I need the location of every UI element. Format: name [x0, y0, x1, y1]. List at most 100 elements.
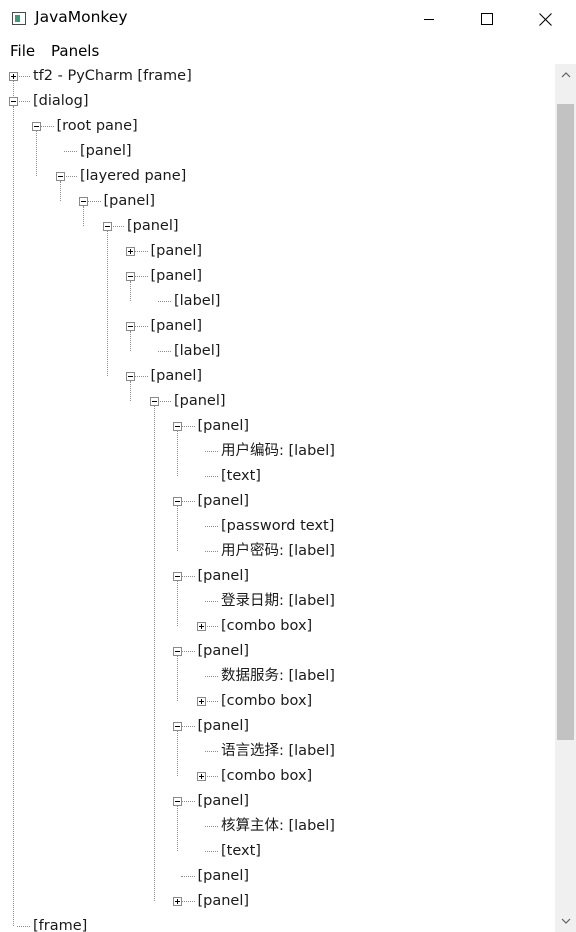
tree-node-label: tf2 - PyCharm [frame]	[33, 68, 192, 84]
tree-node[interactable]: [panel]	[150, 364, 203, 388]
tree-node[interactable]: [layered pane]	[79, 164, 186, 188]
tree-connector-tick	[134, 326, 148, 327]
tree-node[interactable]: [combo box]	[220, 764, 312, 788]
expand-icon[interactable]	[196, 772, 206, 781]
tree-node[interactable]: 核算主体: [label]	[220, 814, 335, 838]
tree-node[interactable]: [panel]	[173, 389, 226, 413]
tree-node-label: [panel]	[174, 393, 226, 409]
tree-node-label: [panel]	[103, 193, 156, 209]
tree-node-label: [text]	[221, 843, 261, 859]
tree-connector-tick	[157, 351, 171, 352]
tree-connector-tick	[134, 251, 148, 252]
tree-node-label: [panel]	[197, 493, 250, 509]
tree-node[interactable]: [panel]	[126, 214, 179, 238]
tree-node[interactable]: [panel]	[197, 714, 250, 738]
tree-node[interactable]: [text]	[220, 464, 261, 488]
collapse-icon[interactable]	[8, 97, 18, 106]
tree-node[interactable]: [panel]	[79, 139, 132, 163]
tree-connector-tick	[16, 926, 30, 927]
collapse-icon[interactable]	[126, 322, 135, 331]
tree-node[interactable]: [combo box]	[220, 689, 312, 713]
scroll-thumb[interactable]	[557, 104, 574, 740]
collapse-icon[interactable]	[149, 397, 159, 406]
vertical-scrollbar[interactable]	[555, 64, 576, 932]
expand-icon[interactable]	[196, 622, 206, 631]
tree-connector-tick	[204, 701, 218, 702]
tree-connector-line	[106, 231, 108, 376]
tree-node[interactable]: 语言选择: [label]	[220, 739, 335, 763]
collapse-icon[interactable]	[32, 122, 41, 131]
tree-node[interactable]: [panel]	[197, 889, 250, 913]
collapse-icon[interactable]	[55, 172, 65, 181]
tree-connector-tick	[204, 751, 218, 752]
tree-node-label: [panel]	[197, 643, 250, 659]
tree-node[interactable]: [panel]	[150, 314, 203, 338]
maximize-button[interactable]	[458, 0, 516, 38]
collapse-icon[interactable]	[173, 647, 182, 656]
tree-connector-line	[177, 806, 178, 851]
tree-node[interactable]: 用户编码: [label]	[220, 439, 335, 463]
collapse-icon[interactable]	[173, 497, 182, 506]
collapse-icon[interactable]	[173, 572, 182, 581]
tree-node-label: 用户编码: [label]	[221, 443, 335, 459]
tree-connector-tick	[204, 601, 218, 602]
tree-node[interactable]: 用户密码: [label]	[220, 539, 335, 563]
tree-connector-tick	[204, 676, 218, 677]
window-title: JavaMonkey	[35, 8, 128, 26]
tree-connector-tick	[204, 476, 218, 477]
menu-panels[interactable]: Panels	[51, 42, 99, 60]
expand-icon[interactable]	[8, 72, 18, 81]
tree-node[interactable]: [combo box]	[220, 614, 312, 638]
tree-node[interactable]: [panel]	[197, 564, 250, 588]
tree-node-label: [panel]	[150, 318, 203, 334]
tree-node[interactable]: tf2 - PyCharm [frame]	[32, 64, 192, 88]
tree-node[interactable]: 登录日期: [label]	[220, 589, 335, 613]
expand-icon[interactable]	[173, 897, 182, 906]
expand-icon[interactable]	[196, 697, 206, 706]
menu-file[interactable]: File	[10, 42, 35, 60]
component-tree[interactable]: tf2 - PyCharm [frame] [dialog] [root pane]…	[0, 64, 555, 932]
tree-node[interactable]: 数据服务: [label]	[220, 664, 335, 688]
tree-node[interactable]: [label]	[173, 289, 220, 313]
collapse-icon[interactable]	[173, 422, 182, 431]
tree-node[interactable]: [text]	[220, 839, 261, 863]
tree-node-label: [frame]	[33, 918, 88, 932]
tree-node[interactable]: [label]	[173, 339, 220, 363]
tree-node[interactable]: [panel]	[197, 639, 250, 663]
tree-node-label: [root pane]	[56, 118, 138, 134]
tree-node[interactable]: [panel]	[197, 414, 250, 438]
close-button[interactable]	[516, 0, 574, 38]
minimize-button[interactable]	[400, 0, 458, 38]
tree-node-label: [panel]	[197, 793, 250, 809]
tree-node-label: [panel]	[197, 718, 250, 734]
tree-node[interactable]: [panel]	[197, 864, 250, 888]
scroll-down-arrow[interactable]	[555, 912, 576, 929]
tree-node[interactable]: [panel]	[150, 239, 203, 263]
tree-node[interactable]: [frame]	[32, 914, 87, 932]
collapse-icon[interactable]	[173, 797, 182, 806]
tree-node[interactable]: [panel]	[197, 789, 250, 813]
tree-node-label: [panel]	[150, 368, 203, 384]
tree-node-label: 核算主体: [label]	[221, 818, 335, 834]
tree-node[interactable]: [dialog]	[32, 89, 89, 113]
collapse-icon[interactable]	[126, 372, 135, 381]
close-icon	[538, 12, 552, 26]
tree-node[interactable]: [panel]	[150, 264, 203, 288]
tree-node[interactable]: [panel]	[197, 489, 250, 513]
tree-connector-tick	[204, 851, 218, 852]
minimize-icon	[424, 19, 434, 20]
scroll-up-arrow[interactable]	[555, 66, 576, 83]
tree-node[interactable]: [password text]	[220, 514, 334, 538]
collapse-icon[interactable]	[79, 197, 88, 206]
tree-connector-line	[83, 206, 84, 226]
collapse-icon[interactable]	[173, 722, 182, 731]
tree-node[interactable]: [panel]	[103, 189, 156, 213]
tree-connector-tick	[87, 201, 101, 202]
tree-node-label: [panel]	[150, 268, 203, 284]
collapse-icon[interactable]	[126, 272, 135, 281]
tree-connector-tick	[181, 576, 195, 577]
expand-icon[interactable]	[126, 247, 135, 256]
tree-node[interactable]: [root pane]	[56, 114, 138, 138]
tree-node-label: [text]	[221, 468, 261, 484]
collapse-icon[interactable]	[102, 222, 112, 231]
